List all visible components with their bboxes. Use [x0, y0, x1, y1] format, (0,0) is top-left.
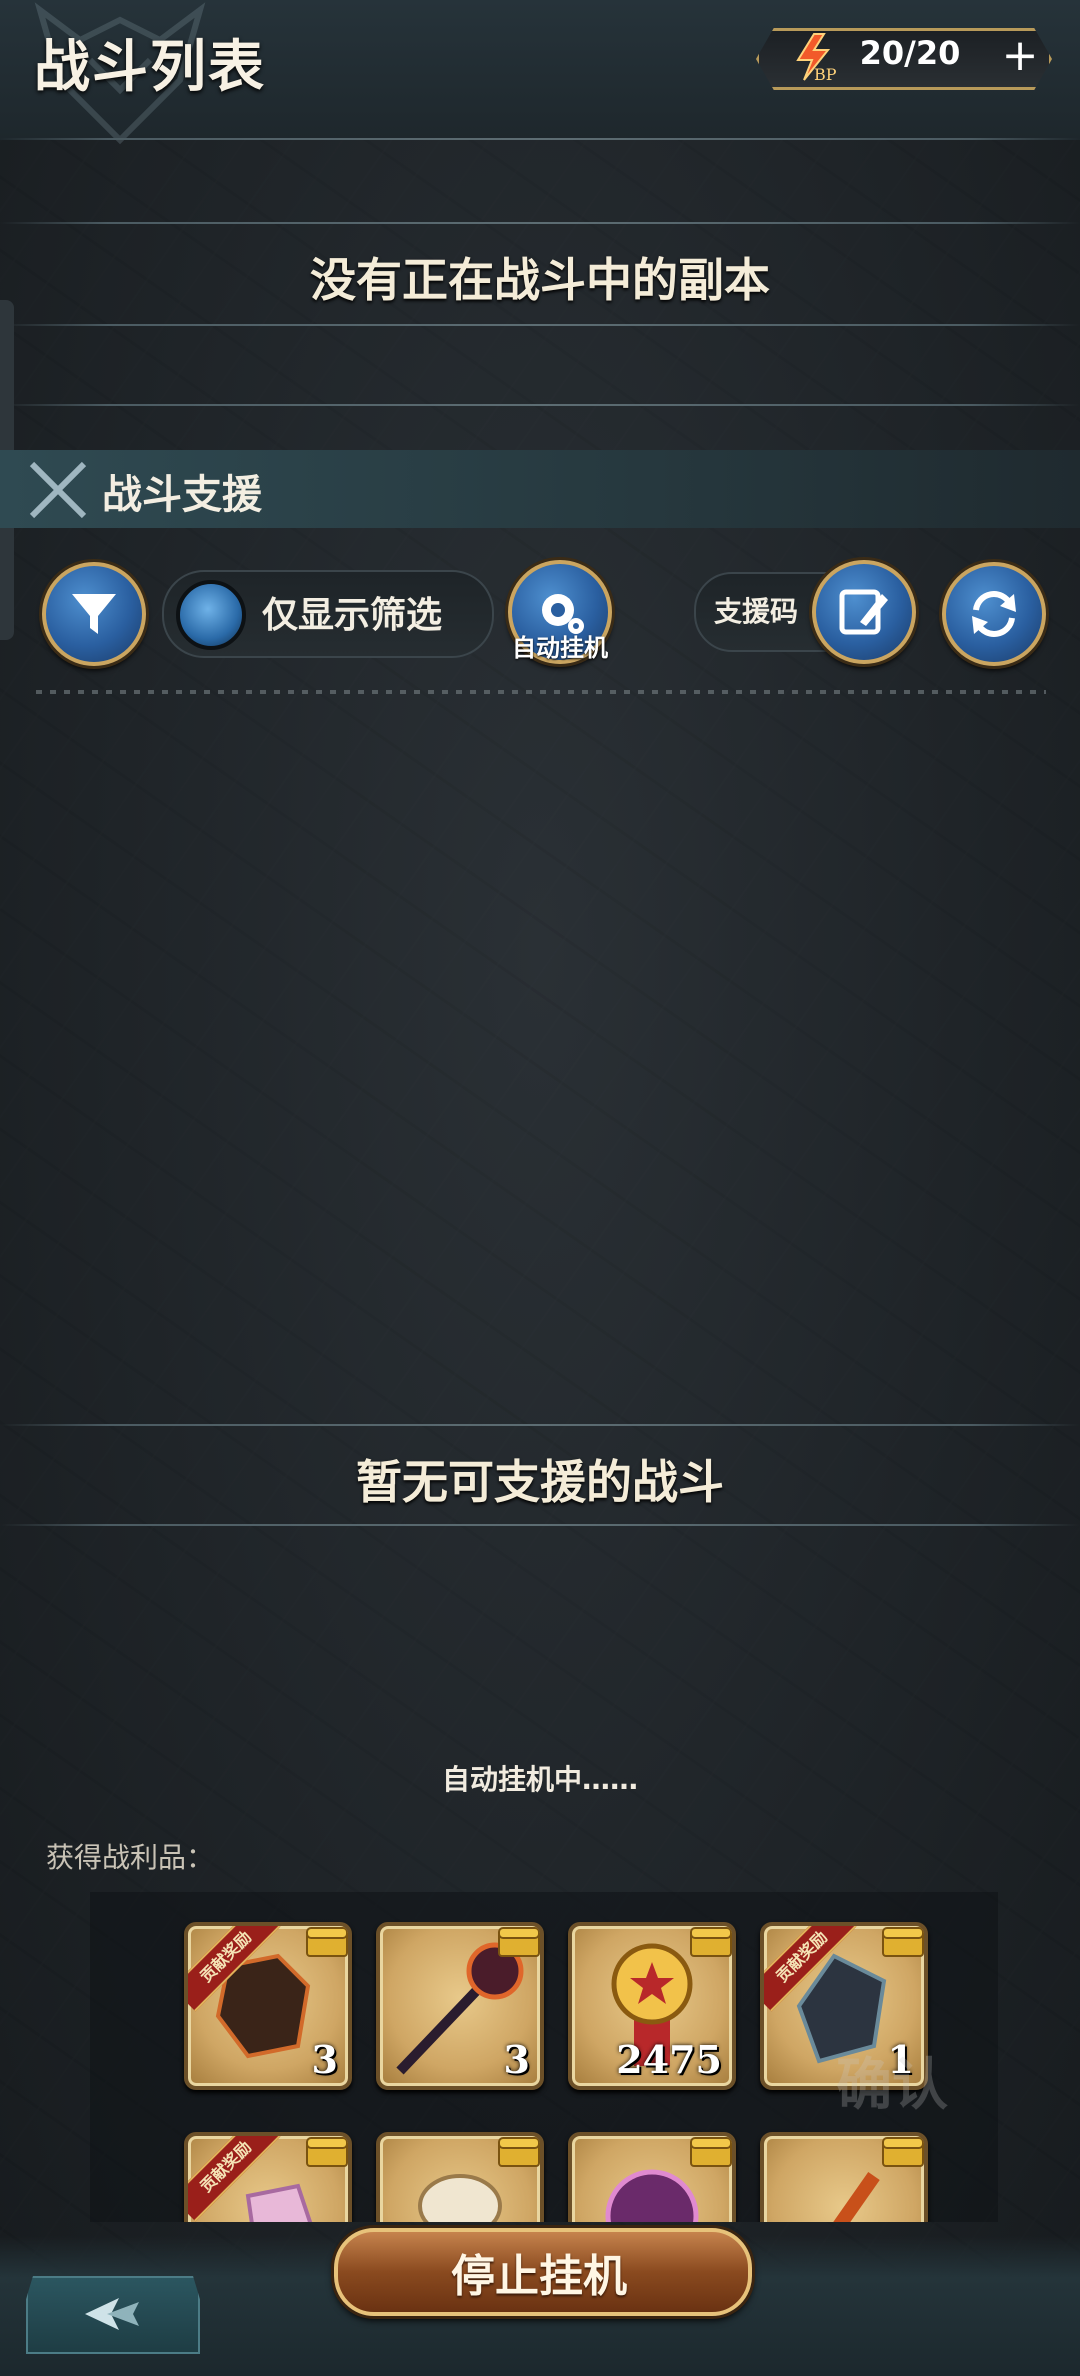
- loot-item[interactable]: [568, 2132, 736, 2222]
- bp-value: 20/20: [859, 34, 961, 72]
- divider: [0, 1424, 1080, 1426]
- divider: [0, 404, 1080, 406]
- loot-qty: 2475: [616, 2037, 722, 2082]
- page-title: 战斗列表: [34, 35, 266, 100]
- funnel-icon: [72, 594, 116, 634]
- bp-icon-text: BP: [814, 65, 837, 82]
- auto-idle-status: 自动挂机中……: [441, 1763, 638, 1796]
- chest-icon: [306, 2137, 348, 2167]
- refresh-button[interactable]: [942, 562, 1046, 666]
- lightning-bp-icon: BP: [796, 33, 837, 82]
- stop-idle-label: 停止挂机: [451, 2251, 627, 2302]
- support-code-label: 支援码: [714, 595, 799, 628]
- section-divider: [36, 690, 1046, 694]
- divider: [0, 1524, 1080, 1526]
- chest-icon: [690, 2137, 732, 2167]
- refresh-icon: [972, 591, 1016, 637]
- chest-icon: [306, 1927, 348, 1957]
- loot-item[interactable]: 贡献奖励: [184, 2132, 352, 2222]
- loot-item[interactable]: [376, 2132, 544, 2222]
- support-code-edit-button[interactable]: [812, 560, 916, 664]
- crossed-swords-icon: [29, 461, 87, 519]
- loot-qty: 3: [503, 2037, 530, 2082]
- auto-idle-label: 自动挂机: [512, 634, 608, 662]
- chest-icon: [498, 1927, 540, 1957]
- confirm-button-ghost: 确认: [836, 2053, 948, 2118]
- no-support-message: 暂无可支援的战斗: [356, 1455, 724, 1509]
- loot-item[interactable]: 3: [376, 1922, 544, 2090]
- back-button[interactable]: [26, 2276, 200, 2354]
- chest-icon: [690, 1927, 732, 1957]
- toggle-indicator[interactable]: [176, 580, 246, 650]
- loot-label: 获得战利品：: [46, 1841, 215, 1874]
- divider: [0, 222, 1080, 224]
- add-bp-button[interactable]: +: [994, 30, 1046, 82]
- loot-item[interactable]: 贡献奖励 3: [184, 1922, 352, 2090]
- no-battle-message: 没有正在战斗中的副本: [310, 253, 770, 307]
- back-arrow-icon: [85, 2298, 139, 2330]
- support-title: 战斗支援: [102, 472, 262, 518]
- edit-icon: [839, 589, 888, 635]
- loot-item[interactable]: 2475: [568, 1922, 736, 2090]
- chest-icon: [882, 1927, 924, 1957]
- filter-button[interactable]: [42, 562, 146, 666]
- loot-qty: 3: [311, 2037, 338, 2082]
- divider: [0, 138, 1080, 140]
- divider: [0, 324, 1080, 326]
- filter-only-label: 仅显示筛选: [262, 595, 443, 636]
- chest-icon: [498, 2137, 540, 2167]
